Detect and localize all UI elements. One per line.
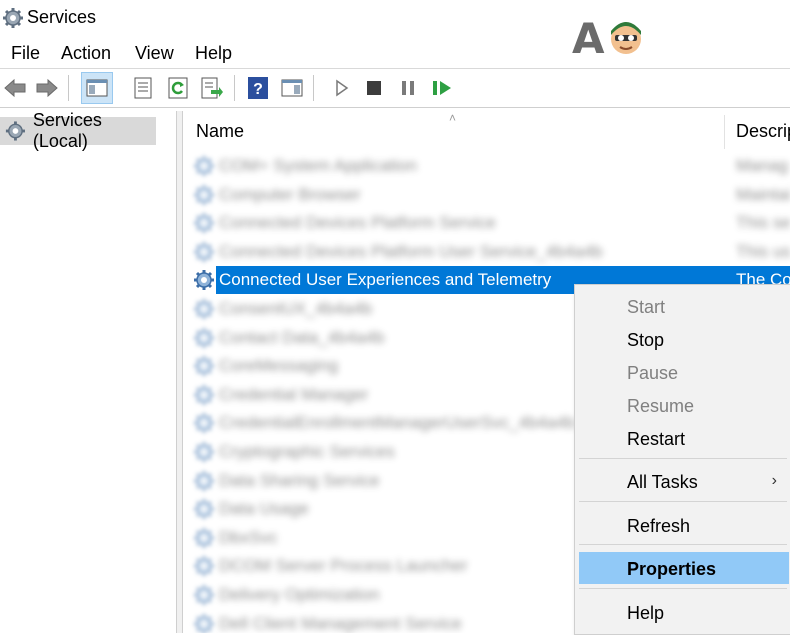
- back-arrow-icon[interactable]: [2, 75, 28, 101]
- refresh-icon[interactable]: [165, 75, 191, 101]
- window-title: Services: [27, 7, 97, 27]
- table-row[interactable]: Computer Browser Maintai: [183, 181, 790, 209]
- menu-bar: File Action View Help: [0, 36, 790, 69]
- svg-text:?: ?: [253, 81, 263, 98]
- service-name: CoreMessaging: [219, 356, 339, 376]
- service-name: COM+ System Application: [219, 156, 417, 175]
- service-name: Computer Browser: [219, 184, 361, 204]
- tree-item-label: Services (Local): [32, 110, 102, 151]
- menu-action[interactable]: Action: [61, 43, 111, 64]
- service-name: Dell Client Management Service: [219, 613, 462, 633]
- services-gear-icon: [3, 8, 23, 28]
- service-gear-icon: [194, 499, 214, 520]
- menu-file[interactable]: File: [11, 43, 40, 64]
- toolbar-separator: [313, 75, 314, 101]
- service-name: CredentialEnrollmentManagerUserSvc_4b4a4…: [219, 413, 576, 433]
- service-name: DbxSvc: [219, 527, 278, 547]
- service-gear-icon: [194, 585, 214, 605]
- toolbar-separator: [68, 75, 69, 101]
- show-hide-console-tree-icon[interactable]: [81, 72, 113, 104]
- menu-item-pause: Pause: [627, 363, 679, 383]
- service-description: Maintai: [736, 184, 790, 204]
- service-name: Data Usage: [219, 499, 309, 519]
- table-row[interactable]: COM+ System Application Manag: [183, 152, 790, 180]
- service-name: DCOM Server Process Launcher: [219, 556, 468, 576]
- service-gear-icon: [194, 213, 214, 234]
- pause-service-icon[interactable]: [395, 75, 421, 101]
- service-gear-icon: [194, 299, 214, 319]
- menu-item-restart[interactable]: Restart: [627, 429, 685, 450]
- service-name: Connected Devices Platform User Service_…: [219, 241, 603, 261]
- service-gear-icon: [194, 356, 214, 377]
- service-gear-icon: [194, 413, 214, 434]
- table-row[interactable]: Connected Devices Platform Service This s…: [183, 209, 790, 237]
- tree-item-services-local[interactable]: Services (Local): [0, 110, 156, 151]
- service-gear-icon: [194, 613, 214, 633]
- service-name: Contact Data_4b4a4b: [219, 327, 385, 347]
- service-name: Connected Devices Platform Service: [219, 213, 496, 233]
- console-tree-pane: Services (Local): [0, 110, 177, 633]
- service-gear-icon: [194, 384, 214, 405]
- service-gear-icon: [194, 241, 214, 262]
- menu-separator: [579, 588, 787, 589]
- toolbar-separator: [234, 75, 235, 101]
- help-icon[interactable]: ?: [245, 75, 271, 101]
- service-description: Manag: [736, 156, 788, 175]
- menu-item-resume: Resume: [627, 396, 695, 416]
- menu-help[interactable]: Help: [195, 43, 232, 64]
- context-menu: Start Stop Pause Resume Restart All Task…: [574, 284, 790, 635]
- service-gear-icon: [194, 470, 214, 491]
- menu-separator: [579, 458, 787, 459]
- service-gear-icon: [194, 156, 214, 176]
- service-name: Data Sharing Service: [219, 470, 380, 490]
- export-list-icon[interactable]: [199, 75, 225, 101]
- show-hide-action-pane-icon[interactable]: [279, 75, 305, 101]
- resume-service-icon[interactable]: [429, 75, 455, 101]
- service-name: Delivery Optimization: [219, 585, 380, 604]
- service-description: This se: [736, 213, 790, 233]
- services-gear-icon: [5, 121, 25, 141]
- table-row[interactable]: Connected Devices Platform User Service_…: [183, 238, 790, 266]
- properties-icon[interactable]: [130, 75, 156, 101]
- start-service-icon[interactable]: [328, 75, 354, 101]
- column-separator[interactable]: [724, 115, 725, 149]
- service-name: Connected User Experiences and Telemetry: [219, 270, 552, 290]
- service-gear-icon: [194, 442, 214, 462]
- column-header-description[interactable]: Descrip: [736, 111, 790, 151]
- menu-item-properties[interactable]: Properties: [627, 559, 716, 580]
- service-name: ConsentUX_4b4a4b: [219, 299, 373, 318]
- menu-separator: [579, 501, 787, 502]
- menu-item-stop[interactable]: Stop: [627, 330, 664, 351]
- menu-view[interactable]: View: [135, 43, 174, 64]
- submenu-chevron-right-icon: ›: [771, 472, 777, 489]
- column-header-name[interactable]: Name: [196, 111, 721, 151]
- menu-separator: [579, 544, 787, 545]
- toolbar: ?: [0, 69, 790, 108]
- service-gear-icon: [194, 270, 214, 291]
- service-gear-icon: [194, 184, 214, 205]
- service-gear-icon: [194, 556, 214, 577]
- service-description: This us: [736, 241, 790, 261]
- forward-arrow-icon[interactable]: [34, 75, 60, 101]
- service-gear-icon: [194, 527, 214, 548]
- menu-item-all-tasks[interactable]: All Tasks: [627, 472, 698, 493]
- service-name: Cryptographic Services: [219, 442, 395, 461]
- stop-service-icon[interactable]: [361, 75, 387, 101]
- menu-item-help[interactable]: Help: [627, 603, 664, 624]
- menu-item-refresh[interactable]: Refresh: [627, 516, 690, 537]
- menu-item-start: Start: [627, 297, 666, 317]
- service-name: Credential Manager: [219, 384, 369, 404]
- service-gear-icon: [194, 327, 214, 348]
